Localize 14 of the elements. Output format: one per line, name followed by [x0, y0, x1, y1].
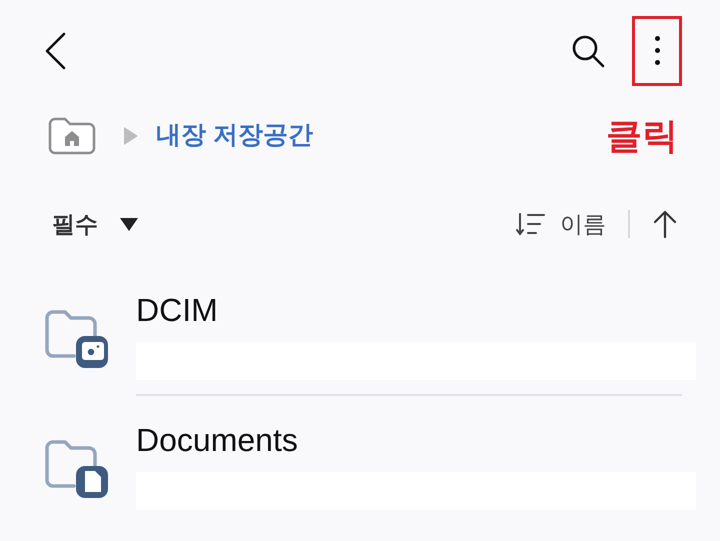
home-folder-icon[interactable] [48, 117, 96, 155]
chevron-right-icon [124, 127, 138, 145]
sort-direction-button[interactable] [652, 208, 678, 240]
filter-dropdown[interactable]: 필수 [52, 206, 138, 242]
breadcrumb-link[interactable]: 내장 저장공간 [156, 117, 313, 155]
sort-icon [516, 212, 546, 236]
folder-icon [44, 308, 108, 370]
sort-button[interactable]: 이름 [516, 206, 606, 242]
folder-icon [44, 438, 108, 500]
folder-name: DCIM [136, 291, 219, 330]
annotation-label: 클릭 [606, 114, 678, 158]
folder-name: Documents [136, 421, 299, 460]
dropdown-arrow-icon [120, 218, 138, 230]
more-options-button[interactable] [632, 16, 682, 86]
